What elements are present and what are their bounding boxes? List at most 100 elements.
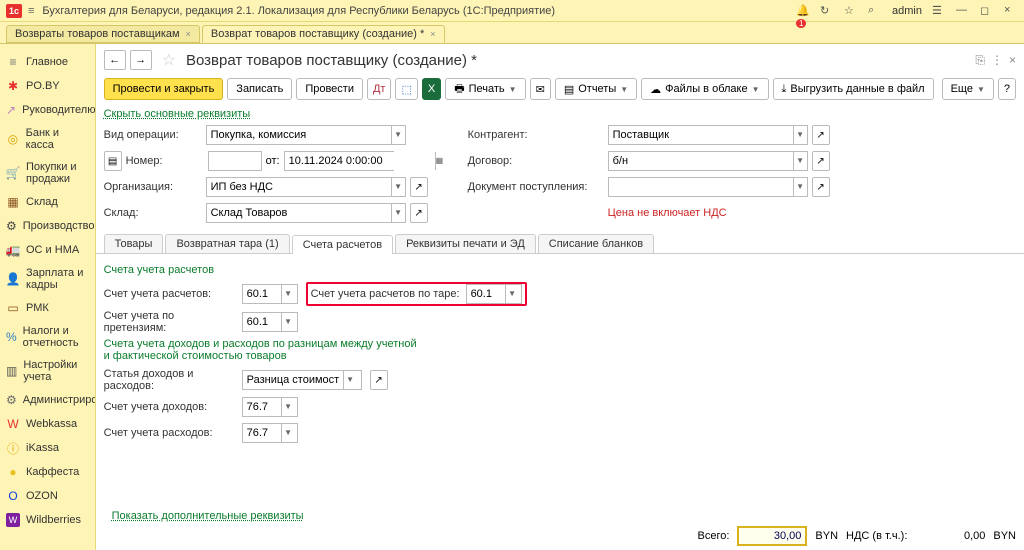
sidebar-item-production[interactable]: ⚙Производство — [0, 214, 95, 238]
sidebar-item-assets[interactable]: 🚛ОС и НМА — [0, 238, 95, 262]
tare-acc-select[interactable]: ▼ — [466, 284, 522, 304]
chevron-down-icon[interactable]: ▼ — [793, 126, 807, 144]
sidebar-item-ikassa[interactable]: ⓘiKassa — [0, 436, 95, 460]
maximize-icon[interactable]: ◻ — [980, 4, 994, 18]
tab-return-doc[interactable]: Возврат товаров поставщику (создание) *× — [202, 25, 445, 43]
tare-acc-label: Счет учета расчетов по таре: — [311, 288, 460, 300]
list-icon[interactable]: ▤ — [104, 151, 122, 171]
favorite-icon[interactable]: ☆ — [844, 4, 858, 18]
open-ref-button[interactable]: ↗ — [370, 370, 388, 390]
sidebar-item-bank[interactable]: ◎Банк и касса — [0, 122, 95, 156]
total-input[interactable] — [737, 526, 807, 546]
history-icon[interactable]: ↻ — [820, 4, 834, 18]
reports-button[interactable]: ▤ Отчеты ▼ — [555, 78, 637, 100]
structure-button[interactable]: ⬚ — [395, 78, 417, 100]
menu-dots-icon[interactable]: ⋮ — [991, 53, 1003, 68]
tab-returns-list[interactable]: Возвраты товаров поставщикам× — [6, 25, 200, 43]
open-ref-button[interactable]: ↗ — [410, 203, 428, 223]
more-button[interactable]: Еще ▼ — [942, 78, 994, 100]
sidebar-item-rmk[interactable]: ▭РМК — [0, 296, 95, 320]
calendar-icon[interactable]: ▦ — [435, 152, 444, 170]
app-title: Бухгалтерия для Беларуси, редакция 2.1. … — [42, 5, 555, 17]
open-ref-button[interactable]: ↗ — [812, 151, 830, 171]
show-extra-req-link[interactable]: Показать дополнительные реквизиты — [104, 508, 312, 524]
save-button[interactable]: Записать — [227, 78, 292, 100]
search-icon[interactable]: ⌕ — [868, 4, 882, 18]
tare-acc-highlight: Счет учета расчетов по таре: ▼ — [306, 282, 527, 306]
wh-label: Склад: — [104, 207, 202, 219]
chevron-down-icon[interactable]: ▼ — [281, 424, 295, 442]
favorite-toggle[interactable]: ☆ — [162, 50, 176, 70]
close-icon[interactable]: × — [1004, 4, 1018, 18]
sidebar-item-taxes[interactable]: %Налоги и отчетность — [0, 320, 95, 354]
chevron-down-icon[interactable]: ▼ — [793, 178, 807, 196]
tab-tare[interactable]: Возвратная тара (1) — [165, 234, 289, 253]
wh-select[interactable]: ▼ — [206, 203, 406, 223]
sidebar-item-hr[interactable]: 👤Зарплата и кадры — [0, 262, 95, 296]
forward-button[interactable]: → — [130, 50, 152, 70]
claims-acc-select[interactable]: ▼ — [242, 312, 298, 332]
close-doc-icon[interactable]: × — [1009, 53, 1016, 68]
dt-kt-button[interactable]: Дт — [367, 78, 392, 100]
burger-icon[interactable]: ≡ — [28, 5, 34, 17]
number-input[interactable] — [208, 151, 262, 171]
sidebar-item-wb[interactable]: WWildberries — [0, 508, 95, 532]
settings-icon[interactable]: ☰ — [932, 4, 946, 18]
date-input[interactable]: ▦ — [284, 151, 394, 171]
export-file-button[interactable]: ⤓ Выгрузить данные в файл — [773, 78, 934, 100]
article-select[interactable]: ▼ — [242, 370, 362, 390]
tab-goods[interactable]: Товары — [104, 234, 164, 253]
chevron-down-icon[interactable]: ▼ — [391, 204, 405, 222]
sidebar-item-poby[interactable]: ✱PO.BY — [0, 74, 95, 98]
bell-icon[interactable]: 🔔1 — [796, 4, 810, 18]
tab-accounts[interactable]: Счета расчетов — [292, 235, 393, 254]
chevron-down-icon[interactable]: ▼ — [793, 152, 807, 170]
income-acc-select[interactable]: ▼ — [242, 397, 298, 417]
open-ref-button[interactable]: ↗ — [410, 177, 428, 197]
mail-button[interactable]: ✉ — [530, 78, 551, 100]
post-button[interactable]: Провести — [296, 78, 363, 100]
expense-acc-select[interactable]: ▼ — [242, 423, 298, 443]
chevron-down-icon[interactable]: ▼ — [391, 126, 405, 144]
chevron-down-icon[interactable]: ▼ — [281, 398, 295, 416]
price-no-vat-link[interactable]: Цена не включает НДС — [608, 207, 727, 219]
contract-select[interactable]: ▼ — [608, 151, 808, 171]
sidebar-item-ozon[interactable]: OOZON — [0, 484, 95, 508]
open-ref-button[interactable]: ↗ — [812, 177, 830, 197]
chevron-down-icon[interactable]: ▼ — [391, 178, 405, 196]
op-type-select[interactable]: ▼ — [206, 125, 406, 145]
chevron-down-icon[interactable]: ▼ — [343, 371, 357, 389]
chevron-down-icon[interactable]: ▼ — [281, 285, 295, 303]
org-select[interactable]: ▼ — [206, 177, 406, 197]
chevron-down-icon[interactable]: ▼ — [505, 285, 519, 303]
counterparty-select[interactable]: ▼ — [608, 125, 808, 145]
chevron-down-icon[interactable]: ▼ — [281, 313, 295, 331]
excel-button[interactable]: X — [422, 78, 441, 100]
files-cloud-button[interactable]: ☁ Файлы в облаке ▼ — [641, 78, 768, 100]
minimize-icon[interactable]: — — [956, 4, 970, 18]
sidebar-item-settings[interactable]: ▥Настройки учета — [0, 354, 95, 388]
user-label[interactable]: admin — [892, 5, 922, 17]
open-ref-button[interactable]: ↗ — [812, 125, 830, 145]
income-acc-label: Счет учета доходов: — [104, 401, 234, 413]
tab-close-icon[interactable]: × — [186, 29, 191, 39]
back-button[interactable]: ← — [104, 50, 126, 70]
supply-doc-select[interactable]: ▼ — [608, 177, 808, 197]
help-button[interactable]: ? — [998, 78, 1016, 100]
sidebar-item-warehouse[interactable]: ▦Склад — [0, 190, 95, 214]
sidebar-item-kaffesta[interactable]: ●Каффеста — [0, 460, 95, 484]
tab-print-req[interactable]: Реквизиты печати и ЭД — [395, 234, 536, 253]
tab-blanks[interactable]: Списание бланков — [538, 234, 654, 253]
settlement-acc-select[interactable]: ▼ — [242, 284, 298, 304]
sidebar-item-admin[interactable]: ⚙Администрирование — [0, 388, 95, 412]
sidebar-item-sales[interactable]: 🛒Покупки и продажи — [0, 156, 95, 190]
sidebar-item-manager[interactable]: ↗Руководителю — [0, 98, 95, 122]
counterparty-label: Контрагент: — [468, 129, 604, 141]
print-button[interactable]: 🖶 Печать ▼ — [445, 78, 525, 100]
link-icon[interactable]: ⎘ — [975, 53, 985, 68]
sidebar-item-main[interactable]: ≡Главное — [0, 50, 95, 74]
post-and-close-button[interactable]: Провести и закрыть — [104, 78, 224, 100]
tab-close-icon[interactable]: × — [430, 29, 435, 39]
sidebar-item-webkassa[interactable]: WWebkassa — [0, 412, 95, 436]
hide-main-req-link[interactable]: Скрыть основные реквизиты — [96, 106, 1024, 122]
